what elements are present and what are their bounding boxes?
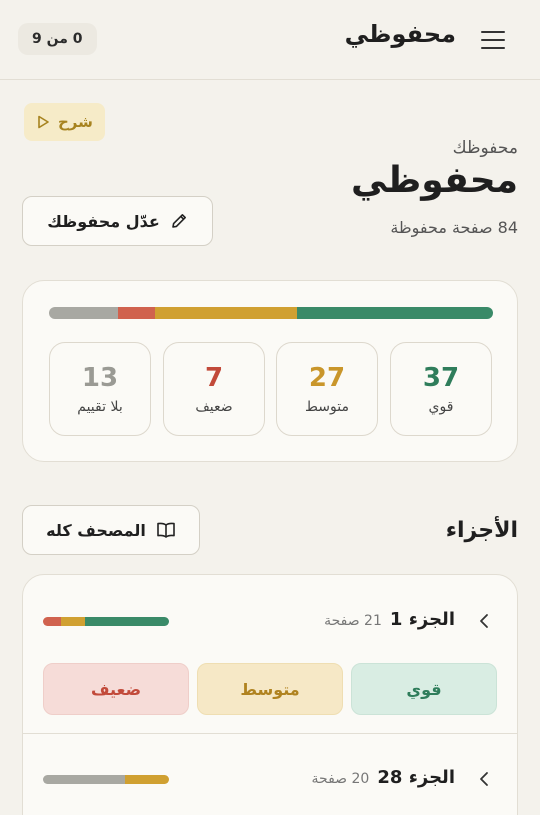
whole-mushaf-button[interactable]: المصحف كله [22, 505, 200, 555]
part-row-28[interactable]: الجزء 28 20 صفحة [23, 749, 517, 809]
stat-weak-label: ضعيف [195, 399, 233, 415]
stat-unrated: 13 بلا تقييم [49, 342, 151, 436]
part-progress-segment [60, 617, 85, 626]
stat-weak: 7 ضعيف [163, 342, 265, 436]
part-progress-bar [43, 775, 169, 784]
part-title: الجزء 1 21 صفحة [324, 609, 455, 630]
stat-strong-label: قوي [428, 399, 454, 415]
stat-strong-value: 37 [422, 363, 460, 393]
menu-icon [481, 31, 505, 33]
stat-unrated-label: بلا تقييم [77, 399, 123, 415]
section-eyebrow: محفوظك [452, 138, 518, 158]
progress-segment-medium [154, 307, 298, 319]
progress-segment-weak [117, 307, 155, 319]
pencil-icon [171, 214, 186, 228]
stat-medium-label: متوسط [305, 399, 349, 415]
summary-card: 37 قوي 27 متوسط 7 ضعيف 13 بلا تقييم [22, 280, 518, 462]
part-pages: 21 صفحة [324, 613, 382, 629]
edit-label: عدّل محفوظك [47, 211, 160, 231]
part-pages: 20 صفحة [311, 771, 370, 787]
stat-weak-value: 7 [204, 363, 224, 393]
page-subtitle: 84 صفحة محفوظة [390, 218, 518, 237]
part-progress-segment [124, 775, 169, 784]
part-name: الجزء 1 [389, 609, 455, 630]
divider [23, 733, 517, 734]
part-row-1[interactable]: الجزء 1 21 صفحة [23, 591, 517, 651]
stat-unrated-value: 13 [81, 363, 119, 393]
counter-badge: 0 من 9 [18, 23, 97, 55]
app-title: محفوظي [344, 20, 456, 48]
stat-medium-value: 27 [308, 363, 346, 393]
rate-medium-button[interactable]: متوسط [197, 663, 343, 715]
edit-memorized-button[interactable]: عدّل محفوظك [22, 196, 213, 246]
explain-button[interactable]: شرح [24, 103, 105, 141]
menu-button[interactable] [481, 26, 509, 54]
stat-medium: 27 متوسط [276, 342, 378, 436]
part-title: الجزء 28 20 صفحة [312, 767, 455, 788]
explain-label: شرح [58, 113, 93, 131]
top-bar: محفوظي 0 من 9 [0, 0, 540, 80]
overall-progress-bar [49, 307, 493, 319]
part-progress-segment [43, 775, 125, 784]
rate-strong-button[interactable]: قوي [351, 663, 497, 715]
rate-weak-button[interactable]: ضعيف [43, 663, 189, 715]
parts-heading: الأجزاء [445, 518, 518, 543]
part-progress-segment [43, 617, 61, 626]
chevron-left-icon [480, 772, 488, 786]
part-name: الجزء 28 [377, 767, 455, 788]
part-progress-segment [84, 617, 169, 626]
mushaf-label: المصحف كله [46, 520, 146, 540]
parts-list-card: الجزء 1 21 صفحة ضعيف متوسط قوي الجزء 28 … [22, 574, 518, 815]
play-icon [38, 115, 49, 129]
progress-segment-strong [297, 307, 493, 319]
book-icon [157, 522, 175, 538]
chevron-left-icon [480, 614, 488, 628]
part-progress-bar [43, 617, 169, 626]
page-title: محفوظي [350, 160, 518, 201]
progress-segment-unrated [49, 307, 118, 319]
stat-strong: 37 قوي [390, 342, 492, 436]
